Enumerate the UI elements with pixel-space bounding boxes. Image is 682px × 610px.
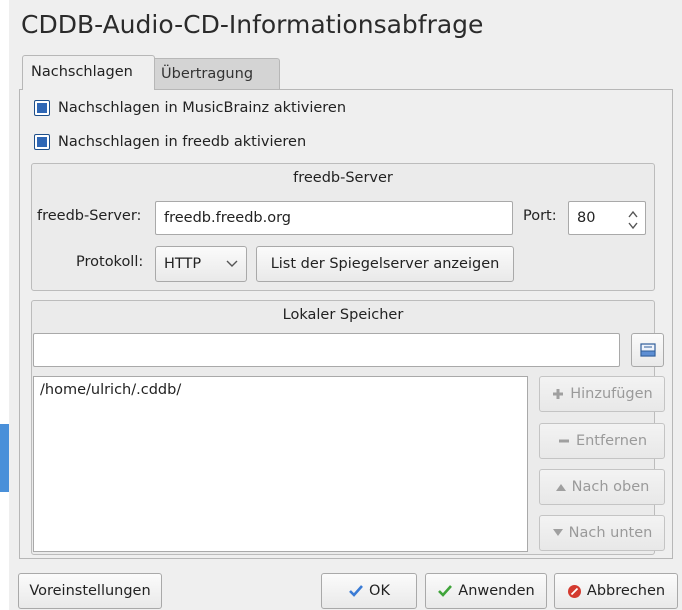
port-label: Port: <box>523 208 557 224</box>
cancel-icon <box>567 584 581 598</box>
dialog-title: CDDB-Audio-CD-Informationsabfrage <box>21 10 484 39</box>
server-input[interactable]: freedb.freedb.org <box>155 201 513 235</box>
arrow-down-icon <box>552 529 563 536</box>
tab-panel: Nachschlagen in MusicBrainz aktivieren N… <box>19 89 673 559</box>
chevron-down-icon <box>226 260 238 267</box>
check-icon <box>349 585 364 597</box>
move-down-button[interactable]: Nach unten <box>539 515 665 551</box>
port-spinbox[interactable]: 80 <box>568 201 646 235</box>
freedb-server-group: freedb-Server freedb-Server: freedb.free… <box>31 163 655 291</box>
remove-button[interactable]: Entfernen <box>539 423 665 459</box>
local-group-title: Lokaler Speicher <box>282 307 404 323</box>
plus-icon <box>553 389 564 399</box>
remove-button-label: Entfernen <box>575 433 648 449</box>
window-accent-strip <box>0 424 9 492</box>
port-value: 80 <box>577 210 596 226</box>
protocol-value: HTTP <box>164 256 202 272</box>
apply-button[interactable]: Anwenden <box>425 573 547 609</box>
ok-button[interactable]: OK <box>321 573 417 609</box>
cddb-dialog: CDDB-Audio-CD-Informationsabfrage Nachsc… <box>9 0 682 610</box>
show-mirrors-label: List der Spiegelserver anzeigen <box>270 256 500 272</box>
tab-nachschlagen[interactable]: Nachschlagen <box>22 55 155 90</box>
folder-icon <box>639 343 656 357</box>
arrow-up-icon <box>555 484 566 491</box>
server-label: freedb-Server: <box>37 208 142 224</box>
freedb-group-title: freedb-Server <box>293 170 393 186</box>
musicbrainz-option[interactable]: Nachschlagen in MusicBrainz aktivieren <box>34 100 346 116</box>
move-up-label: Nach oben <box>571 479 650 495</box>
move-down-label: Nach unten <box>568 525 653 541</box>
browse-folder-button[interactable] <box>631 333 664 367</box>
spin-arrows-icon[interactable] <box>627 205 639 235</box>
server-input-value: freedb.freedb.org <box>164 210 291 226</box>
protocol-select[interactable]: HTTP <box>155 246 247 282</box>
defaults-button[interactable]: Voreinstellungen <box>18 573 162 609</box>
protocol-label: Protokoll: <box>76 254 144 270</box>
freedb-option[interactable]: Nachschlagen in freedb aktivieren <box>34 134 306 150</box>
ok-label: OK <box>369 583 390 599</box>
musicbrainz-checkbox[interactable] <box>34 100 50 116</box>
cancel-button[interactable]: Abbrechen <box>554 573 678 609</box>
apply-label: Anwenden <box>458 583 535 599</box>
check-icon <box>438 585 453 597</box>
add-button-label: Hinzufügen <box>570 386 653 402</box>
freedb-label: Nachschlagen in freedb aktivieren <box>58 134 307 150</box>
path-input[interactable] <box>33 333 620 367</box>
show-mirrors-button[interactable]: List der Spiegelserver anzeigen <box>256 246 514 282</box>
minus-icon <box>558 439 569 443</box>
defaults-label: Voreinstellungen <box>29 583 151 599</box>
freedb-checkbox[interactable] <box>34 134 50 150</box>
musicbrainz-label: Nachschlagen in MusicBrainz aktivieren <box>58 100 347 116</box>
local-storage-group: Lokaler Speicher /home/ulrich/.cddb/ Hin… <box>31 300 665 555</box>
tab-uebertragung[interactable]: Übertragung <box>152 58 280 89</box>
cancel-label: Abbrechen <box>586 583 666 599</box>
path-list-item[interactable]: /home/ulrich/.cddb/ <box>34 377 527 403</box>
add-button[interactable]: Hinzufügen <box>539 376 665 412</box>
path-list[interactable]: /home/ulrich/.cddb/ <box>33 376 528 552</box>
move-up-button[interactable]: Nach oben <box>539 469 665 505</box>
